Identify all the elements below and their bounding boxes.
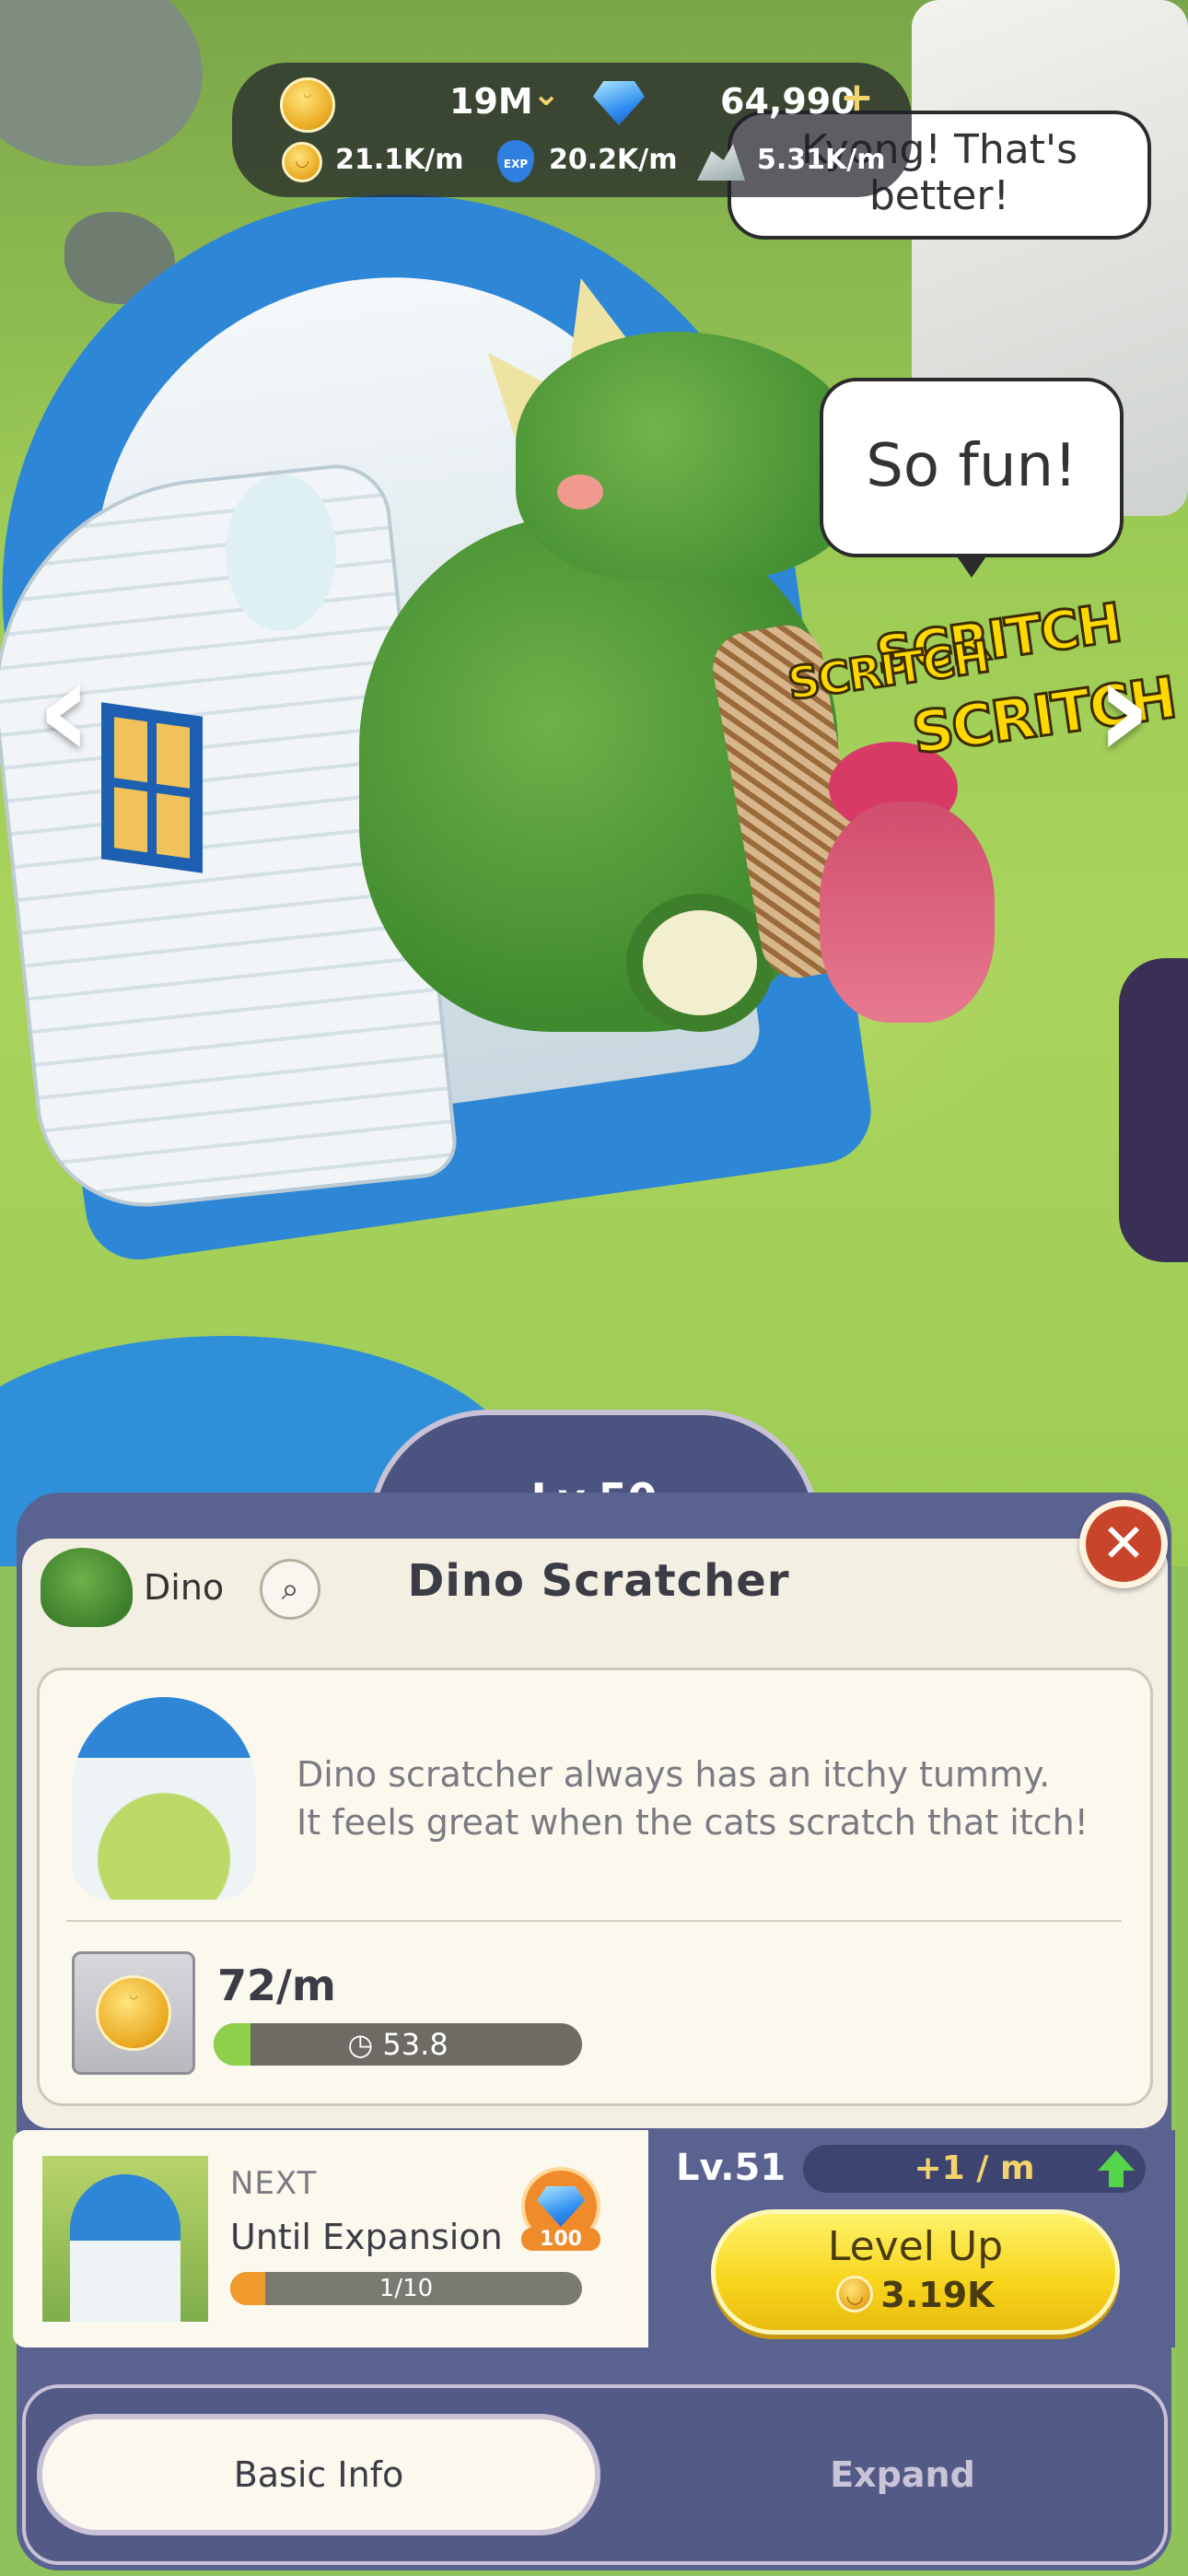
game-scene[interactable]: SCRITCH SCRITCH SCRITCH Kyong! That's be… [0, 0, 1188, 1566]
production-timer-bar: ◷ 53.8 [214, 2023, 582, 2066]
dino-avatar [41, 1548, 133, 1627]
income-icon-box [72, 1951, 195, 2075]
gem-total: 64,990 [720, 81, 856, 122]
prev-arrow-button[interactable]: ‹ [23, 640, 106, 783]
close-icon: ✕ [1101, 1512, 1147, 1575]
expansion-progress-bar: 1/10 [230, 2272, 582, 2305]
ore-icon [697, 144, 745, 181]
coin-icon [836, 2276, 874, 2313]
next-title: Until Expansion [230, 2217, 503, 2257]
coin-total: 19M [449, 81, 533, 122]
ore-rate: 5.31K/m [757, 144, 886, 176]
speech-bubble-main-text: So fun! [866, 432, 1077, 500]
gem-icon [593, 81, 645, 125]
building-thumbnail [72, 1697, 256, 1900]
exp-rate: 20.2K/m [549, 144, 678, 176]
category-tag: Dino [41, 1548, 224, 1627]
dino-foot [626, 894, 774, 1032]
search-icon: ⌕ [281, 1571, 299, 1608]
coin-icon [280, 77, 335, 133]
tab-expand[interactable]: Expand [645, 2414, 1160, 2535]
gem-icon [537, 2186, 585, 2227]
description-line: Dino scratcher always has an itchy tummy… [297, 1754, 1051, 1795]
divider [66, 1920, 1122, 1922]
coin-rate-icon [282, 142, 322, 182]
next-level: Lv.51 [676, 2147, 786, 2189]
search-button[interactable]: ⌕ [260, 1559, 320, 1620]
dino-head[interactable] [516, 332, 866, 580]
chevron-down-icon[interactable]: ⌄ [532, 76, 560, 113]
close-button[interactable]: ✕ [1079, 1500, 1168, 1588]
witch-cat[interactable] [820, 802, 995, 1023]
level-up-button[interactable]: Level Up 3.19K [711, 2209, 1120, 2335]
building-description: Dino scratcher always has an itchy tummy… [297, 1751, 1125, 1846]
income-rate: 72/m [217, 1961, 336, 2010]
production-timer-text: ◷ 53.8 [214, 2023, 582, 2066]
dino-cheek [557, 474, 603, 509]
coin-icon [96, 1975, 171, 2051]
next-arrow-button[interactable]: › [1082, 640, 1165, 783]
exp-icon-label: EXP [503, 158, 529, 170]
expansion-thumbnail [42, 2156, 208, 2322]
dino-house-window [101, 702, 203, 873]
gem-reward-count: 100 [521, 2228, 600, 2251]
level-bonus-text: +1 / m [914, 2149, 1035, 2187]
speech-bubble-main: So fun! [820, 378, 1124, 578]
production-timer-value: 53.8 [382, 2027, 448, 2062]
clock-icon: ◷ [347, 2027, 374, 2062]
level-bonus: +1 / m [803, 2145, 1146, 2193]
coin-rate: 21.1K/m [335, 144, 464, 176]
category-label: Dino [144, 1567, 225, 1608]
level-up-cost-value: 3.19K [880, 2275, 995, 2315]
exp-icon: EXP [497, 140, 534, 182]
currency-hud: 19M ⌄ 64,990 + 21.1K/m EXP 20.2K/m 5.31K… [232, 63, 912, 197]
next-label: NEXT [230, 2165, 318, 2202]
side-cat[interactable] [1119, 958, 1188, 1262]
level-up-label: Level Up [827, 2223, 1004, 2270]
level-up-cost: 3.19K [716, 2275, 1115, 2315]
dino-house-round-window [226, 474, 336, 631]
building-title: Dino Scratcher [407, 1555, 790, 1607]
background-rock [0, 0, 203, 166]
add-gems-button[interactable]: + [840, 74, 874, 121]
tab-basic-info[interactable]: Basic Info [37, 2414, 600, 2535]
expansion-progress-text: 1/10 [379, 2275, 434, 2302]
description-line: It feels great when the cats scratch tha… [297, 1802, 1089, 1843]
